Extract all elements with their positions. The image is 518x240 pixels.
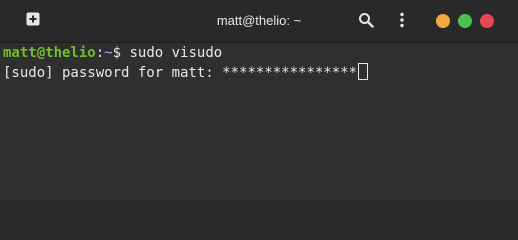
title-bar: matt@thelio: ~ [0, 0, 518, 43]
kebab-menu-icon [399, 12, 405, 33]
search-button[interactable] [355, 11, 377, 33]
prompt-user-host: matt@thelio [3, 45, 96, 61]
prompt-colon: : [95, 45, 105, 61]
search-icon [358, 12, 374, 33]
prompt-symbol: $ [112, 45, 122, 61]
password-prompt-line: [sudo] password for matt: **************… [3, 63, 369, 83]
new-tab-icon [25, 11, 41, 32]
minimize-button[interactable] [436, 14, 450, 28]
terminal-window: matt@thelio: ~ matt@thelio:~$ sudo visud… [0, 0, 518, 200]
maximize-button[interactable] [458, 14, 472, 28]
terminal-output[interactable]: matt@thelio:~$ sudo visudo [sudo] passwo… [0, 43, 518, 200]
prompt-line: matt@thelio:~$ sudo visudo [3, 43, 222, 63]
menu-button[interactable] [391, 11, 413, 33]
close-button[interactable] [480, 14, 494, 28]
prompt-path: ~ [104, 45, 113, 61]
masked-password: **************** [222, 65, 358, 81]
password-prompt-text: [sudo] password for matt: [3, 65, 223, 81]
new-tab-button[interactable] [20, 10, 46, 32]
command-text: sudo visudo [121, 45, 223, 61]
text-cursor [358, 63, 369, 80]
